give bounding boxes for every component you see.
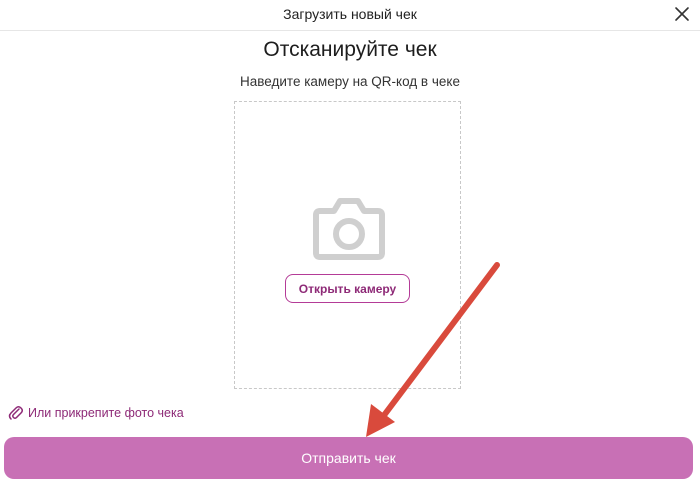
- attach-photo-label: Или прикрепите фото чека: [28, 405, 184, 420]
- scan-subtitle: Наведите камеру на QR-код в чеке: [240, 74, 460, 89]
- close-icon[interactable]: [672, 4, 692, 24]
- attach-photo-link[interactable]: Или прикрепите фото чека: [8, 404, 184, 421]
- camera-icon: [312, 197, 386, 263]
- modal-header: Загрузить новый чек: [0, 0, 700, 31]
- open-camera-button[interactable]: Открыть камеру: [285, 274, 410, 303]
- scan-title: Отсканируйте чек: [263, 38, 437, 61]
- paperclip-icon: [8, 404, 23, 421]
- submit-receipt-button[interactable]: Отправить чек: [4, 437, 693, 479]
- modal-title: Загрузить новый чек: [283, 6, 417, 22]
